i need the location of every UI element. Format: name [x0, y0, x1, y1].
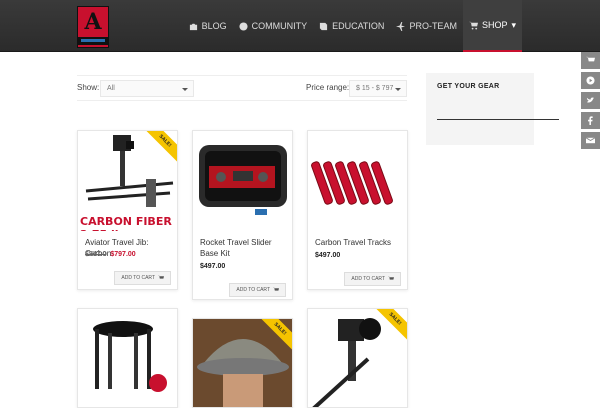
add-to-cart-button[interactable]: ADD TO CART — [344, 272, 401, 286]
twitter-icon — [586, 97, 595, 103]
product-card[interactable]: CARBON FIBER 2.75 lb SALE! Aviator Trave… — [77, 130, 178, 290]
product-title[interactable]: Carbon Travel Tracks — [315, 237, 403, 248]
camera-icon — [189, 23, 197, 30]
social-email-button[interactable] — [581, 132, 600, 149]
price-range-select[interactable]: $ 15 - $ 797 — [349, 80, 407, 97]
social-facebook-button[interactable] — [581, 112, 600, 129]
chevron-down-icon: ▾ — [511, 19, 516, 30]
product-card[interactable]: SALE! — [192, 318, 293, 408]
cart-icon — [273, 287, 279, 291]
product-image[interactable] — [78, 309, 177, 407]
get-your-gear-widget: GET YOUR GEAR — [426, 73, 559, 145]
show-label: Show: — [77, 83, 100, 92]
widget-divider — [437, 119, 559, 120]
show-select[interactable]: All — [100, 80, 194, 97]
product-card[interactable]: Rocket Travel Slider Base Kit $497.00 AD… — [192, 130, 293, 300]
cart-icon — [468, 21, 478, 30]
facebook-icon — [588, 116, 593, 125]
main-nav: BLOG COMMUNITY EDUCATION PRO-TEAM SHOP ▾ — [183, 0, 522, 52]
product-price: $497.00 — [315, 252, 341, 259]
add-to-cart-button[interactable]: ADD TO CART — [229, 283, 286, 297]
social-twitter-button[interactable] — [581, 92, 600, 109]
top-navbar: A BLOG COMMUNITY EDUCATION PRO-TEAM SHOP… — [0, 0, 600, 52]
chevron-down-icon — [395, 88, 401, 91]
globe-icon — [239, 21, 248, 31]
chevron-down-icon — [182, 88, 188, 91]
product-price: $497.00 — [200, 263, 226, 270]
nav-pro-team[interactable]: PRO-TEAM — [390, 0, 463, 52]
product-price: $847.0 $797.00 — [85, 251, 136, 258]
social-youtube-button[interactable] — [581, 72, 600, 89]
widget-title: GET YOUR GEAR — [437, 83, 500, 90]
play-icon — [586, 76, 595, 85]
social-bar — [581, 52, 600, 152]
plane-icon — [396, 21, 406, 31]
mail-icon — [586, 137, 595, 144]
social-cart-button[interactable] — [581, 52, 600, 69]
nav-shop[interactable]: SHOP ▾ — [462, 0, 522, 52]
price-range-label: Price range: — [306, 83, 350, 92]
add-to-cart-button[interactable]: ADD TO CART — [114, 271, 171, 285]
product-image[interactable] — [193, 131, 292, 231]
cart-icon — [158, 275, 164, 279]
product-card[interactable]: SALE! — [307, 308, 408, 408]
filter-bar: Show: All Price range: $ 15 - $ 797 — [77, 75, 407, 101]
nav-blog[interactable]: BLOG — [183, 0, 233, 52]
product-card[interactable] — [77, 308, 178, 408]
banner-text: CARBON FIBER 2.75 lb — [80, 215, 172, 231]
cart-icon — [586, 56, 595, 62]
product-card[interactable]: Carbon Travel Tracks $497.00 ADD TO CART — [307, 130, 408, 290]
cart-icon — [388, 276, 394, 280]
book-icon — [319, 22, 328, 30]
product-title[interactable]: Rocket Travel Slider Base Kit — [200, 237, 288, 259]
nav-education[interactable]: EDUCATION — [313, 0, 390, 52]
product-image[interactable] — [308, 131, 407, 231]
aviator-logo[interactable]: A — [77, 6, 109, 48]
nav-community[interactable]: COMMUNITY — [233, 0, 314, 52]
